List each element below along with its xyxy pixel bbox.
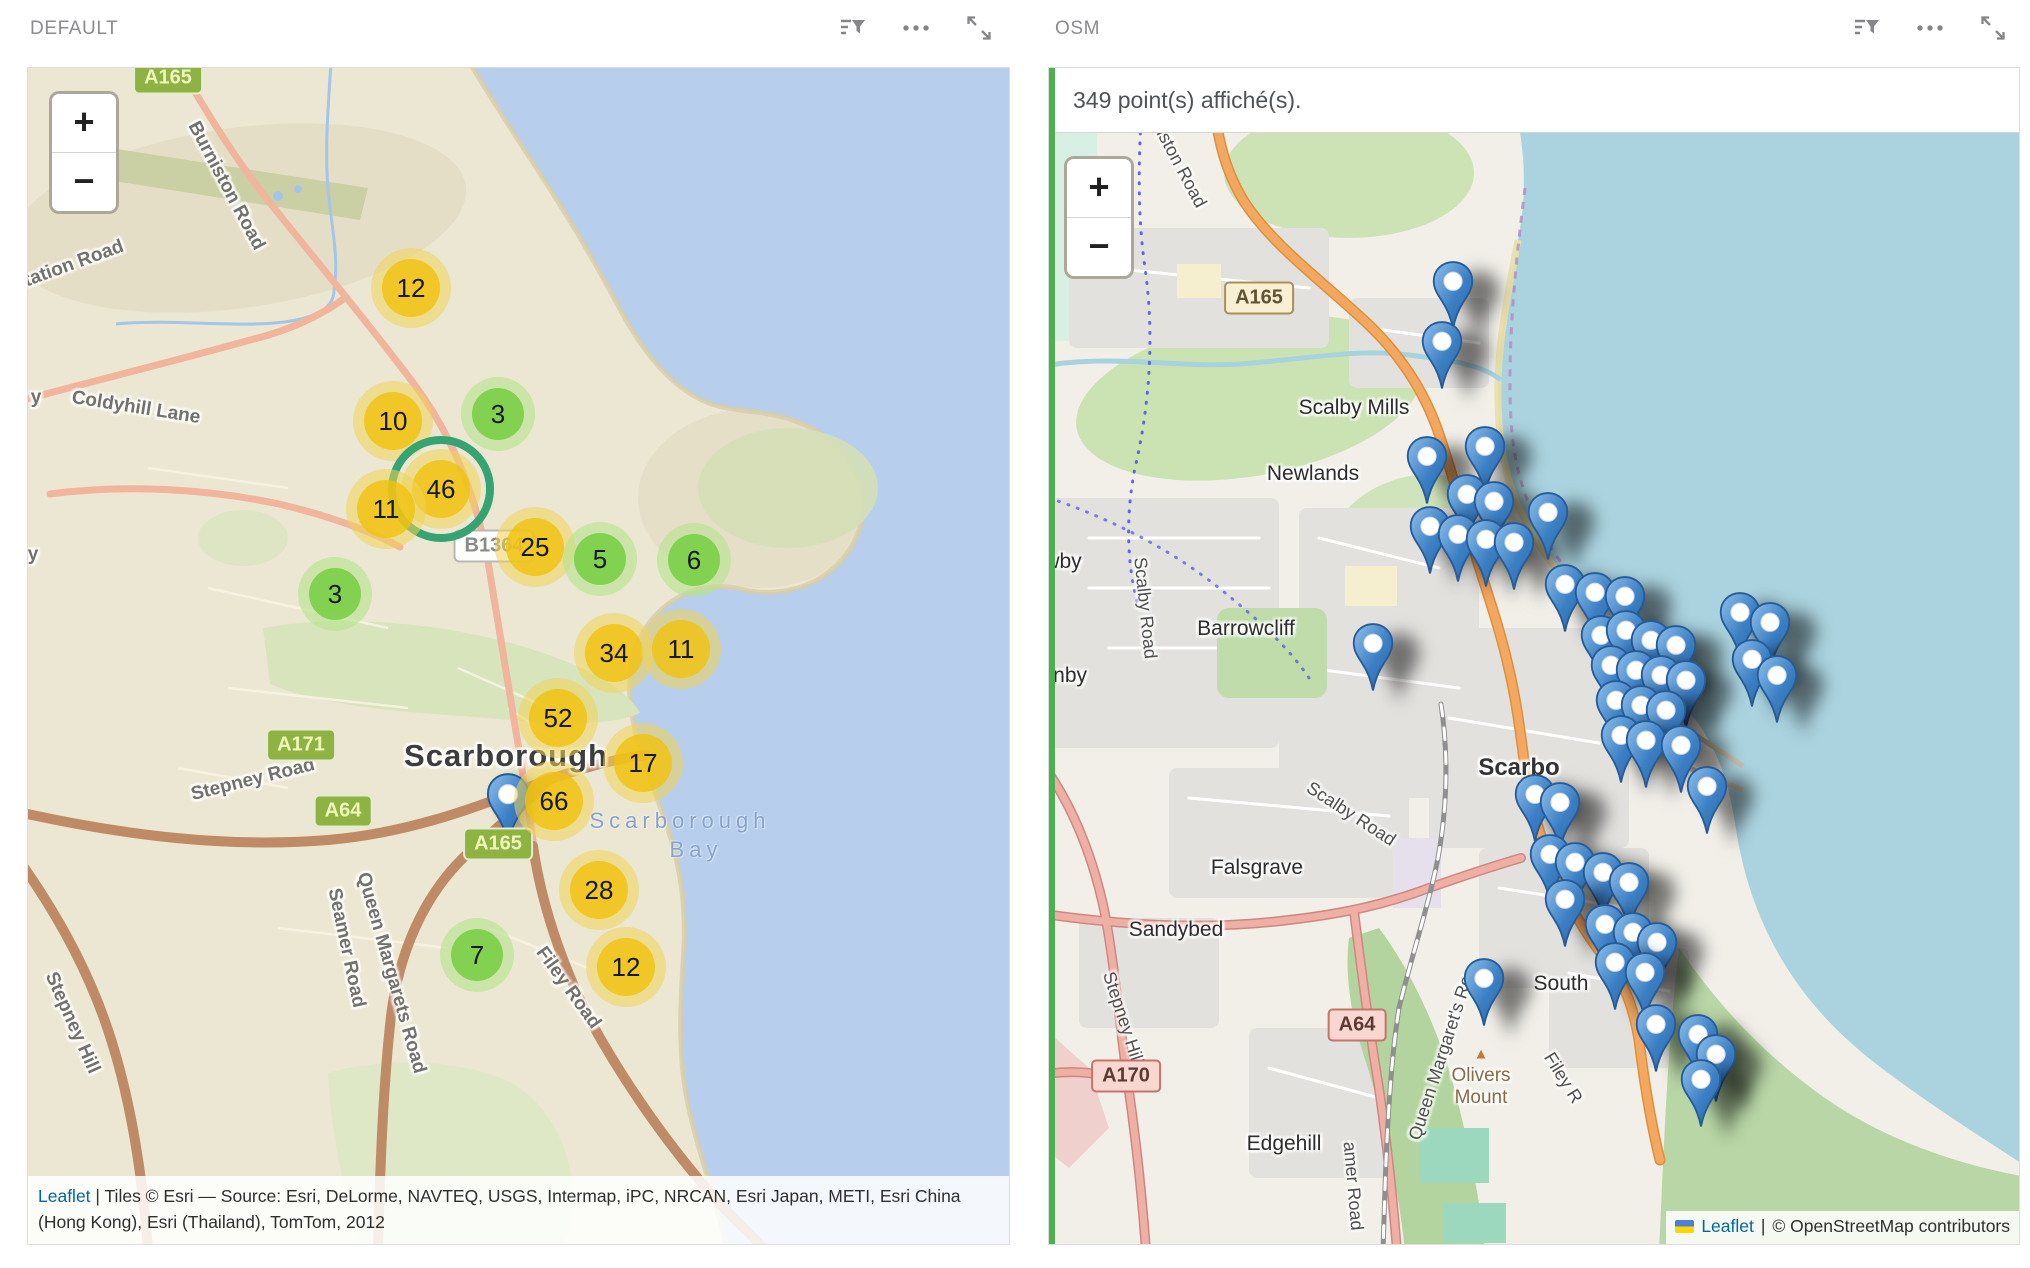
filter-sort-icon[interactable] [1852,13,1882,43]
zoom-in-button[interactable]: + [1067,159,1131,218]
cluster-marker[interactable]: 17 [603,723,683,803]
marker-pin[interactable] [1420,320,1464,391]
points-count-banner: 349 point(s) affiché(s). [1055,68,2019,133]
zoom-out-button[interactable]: − [1067,218,1131,276]
panel-title-osm: OSM [1055,18,1100,40]
cluster-marker[interactable]: 3 [298,557,372,631]
cluster-count: 28 [585,875,614,906]
cluster-marker[interactable]: 11 [346,469,426,549]
marker-pin[interactable] [1679,1058,1723,1129]
map-canvas-osm[interactable]: Scalby MillsNewlandsBarrowcliffwbyxenbyF… [1048,67,2020,1245]
leaflet-link[interactable]: Leaflet [1701,1216,1754,1237]
expand-diagonal-icon[interactable] [964,13,994,43]
cluster-marker[interactable]: 6 [657,523,731,597]
filter-sort-icon[interactable] [838,13,868,43]
leaflet-link[interactable]: Leaflet [38,1186,91,1206]
zoom-out-button[interactable]: − [52,153,116,211]
ellipsis-icon[interactable] [1915,13,1945,43]
cluster-marker[interactable]: 66 [514,761,594,841]
attribution-text: © OpenStreetMap contributors [1772,1216,2010,1237]
attribution-text: Tiles © Esri — Source: Esri, DeLorme, NA… [38,1186,961,1232]
ukraine-flag-icon [1675,1220,1694,1233]
cluster-count: 5 [593,544,607,575]
attribution-separator: | [1761,1216,1766,1237]
attribution-bar: Leaflet | © OpenStreetMap contributors [1666,1211,2019,1244]
marker-pin[interactable] [1685,765,1729,836]
panel-title-default: DEFAULT [30,18,118,40]
cluster-count: 11 [373,494,400,525]
cluster-count: 34 [600,638,629,669]
map-canvas-default[interactable]: Burniston Roadtation RoadColdyhill Laney… [27,67,1010,1245]
cluster-count: 12 [612,952,641,983]
cluster-marker[interactable]: 3 [461,377,535,451]
cluster-count: 3 [491,399,505,430]
cluster-marker[interactable]: 12 [371,248,451,328]
marker-pin[interactable] [1526,491,1570,562]
left-toolbar [838,13,994,43]
attribution-separator: | [91,1186,105,1206]
cluster-marker[interactable]: 5 [563,522,637,596]
comparison-page: DEFAULT [0,0,2030,1268]
marker-pin[interactable] [1462,957,1506,1028]
cluster-count: 11 [668,634,695,665]
cluster-count: 17 [629,748,658,779]
cluster-marker[interactable]: 25 [495,507,575,587]
marker-pin[interactable] [1405,435,1449,506]
cluster-marker[interactable]: 7 [440,918,514,992]
right-map-markers [1049,68,2019,1244]
cluster-count: 25 [521,532,550,563]
cluster-count: 10 [379,406,408,437]
accent-stripe [1049,68,1055,1244]
cluster-count: 6 [687,545,701,576]
ellipsis-icon[interactable] [901,13,931,43]
zoom-in-button[interactable]: + [52,94,116,153]
marker-pin[interactable] [1351,622,1395,693]
cluster-marker[interactable]: 52 [518,678,598,758]
marker-pin[interactable] [1543,878,1587,949]
cluster-count: 46 [427,474,456,505]
marker-pin[interactable] [1634,1003,1678,1074]
cluster-count: 66 [540,786,569,817]
attribution-bar: Leaflet | Tiles © Esri — Source: Esri, D… [28,1176,1009,1245]
right-toolbar [1852,13,2008,43]
zoom-control: + − [49,91,119,214]
expand-diagonal-icon[interactable] [1978,13,2008,43]
cluster-count: 7 [470,940,484,971]
cluster-marker[interactable]: 11 [641,609,721,689]
cluster-marker[interactable]: 12 [586,927,666,1007]
cluster-count: 52 [544,703,573,734]
marker-pin[interactable] [1755,654,1799,725]
cluster-marker[interactable]: 28 [559,850,639,930]
left-cluster-layer: 12 10 3 46 11 25 5 6 3 34 11 52 17 66 28 7 12 [28,68,1009,1244]
cluster-count: 3 [328,579,342,610]
cluster-count: 12 [397,273,426,304]
zoom-control: + − [1064,156,1134,279]
